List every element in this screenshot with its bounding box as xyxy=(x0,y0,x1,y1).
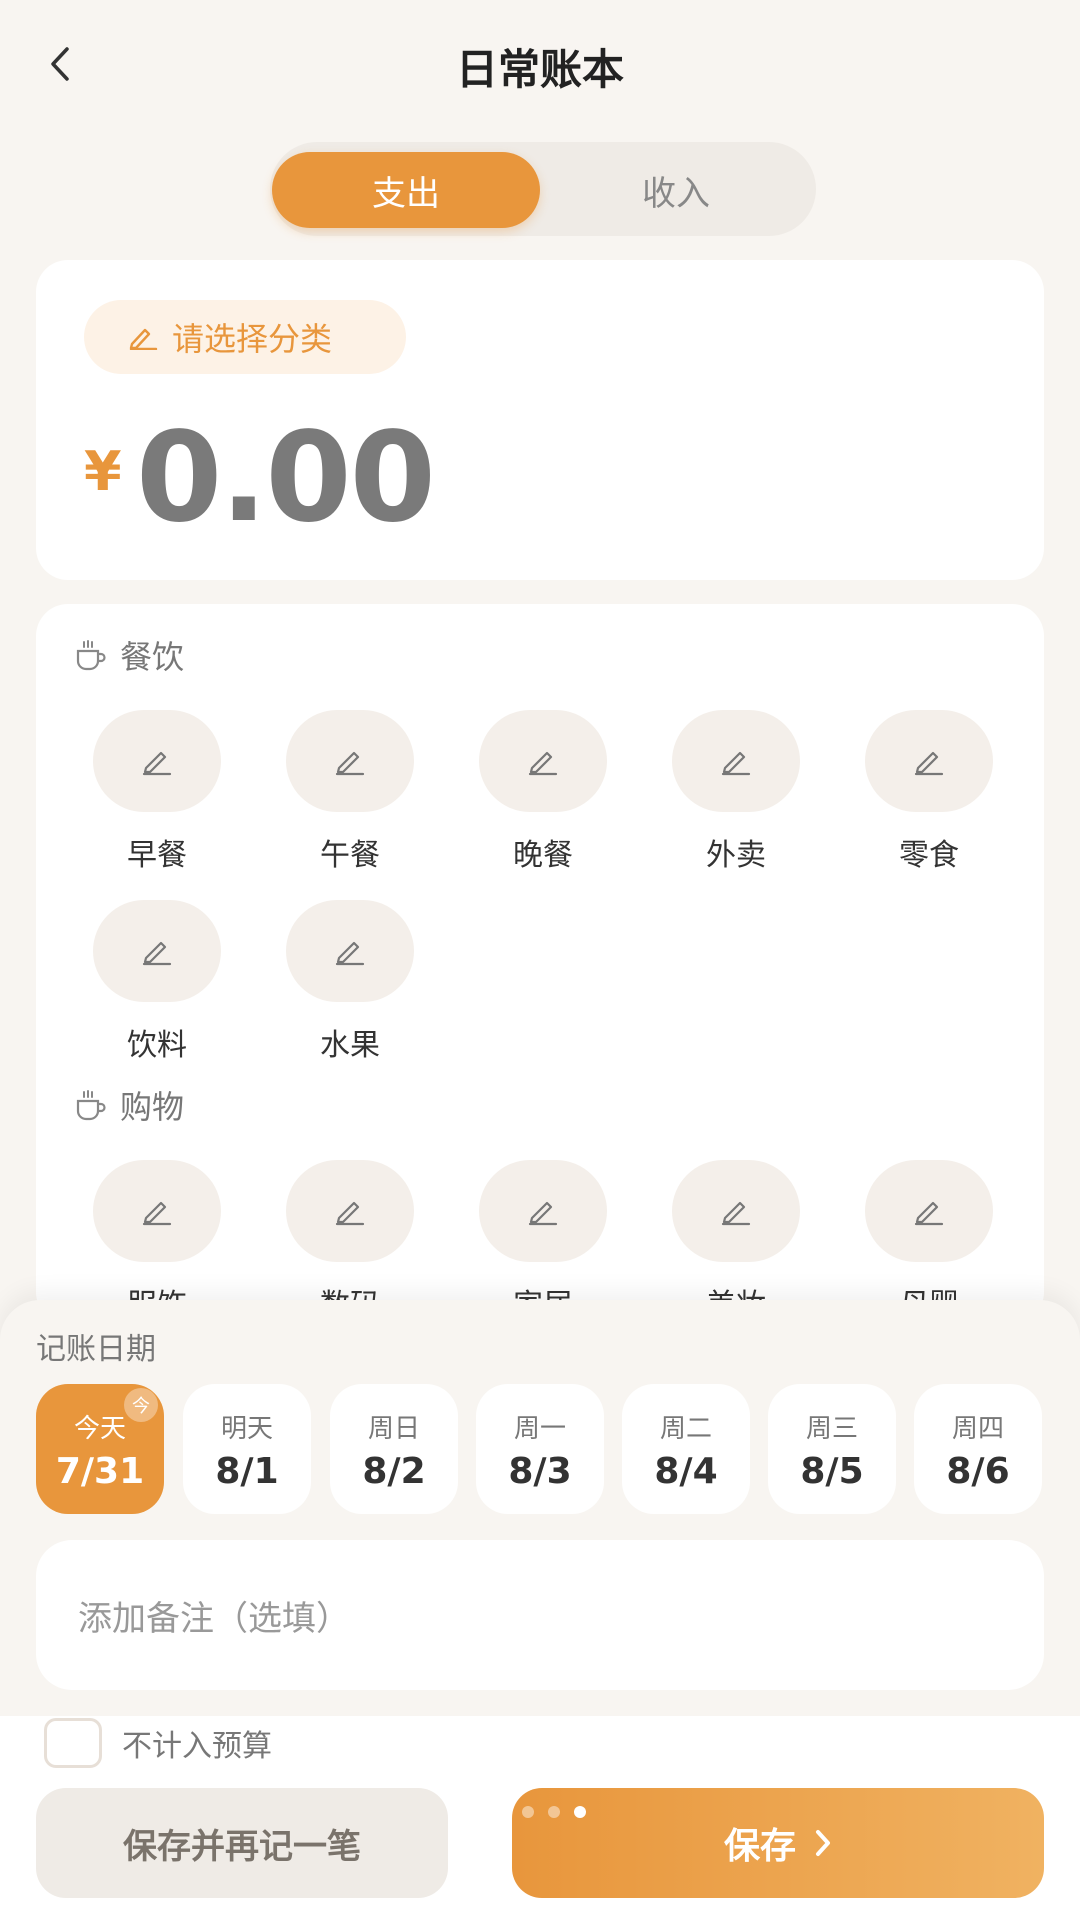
amount-card: 请选择分类 ¥ 0.00 xyxy=(36,260,1044,580)
date-chip-today[interactable]: 今 今天 7/31 xyxy=(36,1384,164,1514)
date-chip[interactable]: 周四 8/6 xyxy=(914,1384,1042,1514)
pencil-icon xyxy=(914,751,944,776)
pencil-icon xyxy=(721,1201,751,1226)
coffee-cup-icon xyxy=(76,640,106,671)
budget-exclude-row: 不计入预算 xyxy=(44,1718,272,1768)
pencil-icon xyxy=(721,751,751,776)
category-lunch[interactable]: 午餐 xyxy=(285,710,415,874)
category-dinner[interactable]: 晚餐 xyxy=(478,710,608,874)
save-button-label: 保存 xyxy=(723,1826,796,1867)
section-food: 餐饮 xyxy=(74,632,184,678)
page-dot xyxy=(522,1806,534,1818)
section-shopping: 购物 xyxy=(74,1082,184,1128)
category-takeout[interactable]: 外卖 xyxy=(671,710,801,874)
pencil-icon xyxy=(142,1201,172,1226)
save-button[interactable]: 保存 xyxy=(512,1788,1044,1898)
date-chip[interactable]: 周三 8/5 xyxy=(768,1384,896,1514)
budget-exclude-label: 不计入预算 xyxy=(122,1729,272,1764)
pencil-icon xyxy=(142,941,172,966)
pencil-icon xyxy=(335,1201,365,1226)
note-input[interactable]: 添加备注（选填） xyxy=(36,1540,1044,1690)
date-chip[interactable]: 周日 8/2 xyxy=(330,1384,458,1514)
page-dot-active xyxy=(574,1806,586,1818)
bottom-sheet: 记账日期 今 今天 7/31 明天 8/1 周日 8/2 周一 8/3 周二 8… xyxy=(0,1300,1080,1720)
section-title-shopping: 购物 xyxy=(120,1088,185,1126)
amount-display[interactable]: 0.00 xyxy=(136,406,436,550)
category-breakfast[interactable]: 早餐 xyxy=(92,710,222,874)
pencil-icon xyxy=(142,751,172,776)
category-select-button[interactable]: 请选择分类 xyxy=(84,300,406,374)
category-fruit[interactable]: 水果 xyxy=(285,900,415,1064)
save-and-add-another-button[interactable]: 保存并再记一笔 xyxy=(36,1788,448,1898)
pencil-icon xyxy=(914,1201,944,1226)
section-title-food: 餐饮 xyxy=(120,638,185,676)
budget-exclude-checkbox[interactable] xyxy=(44,1718,102,1768)
tab-expense[interactable]: 支出 xyxy=(272,152,540,228)
page-dot xyxy=(548,1806,560,1818)
category-drinks[interactable]: 饮料 xyxy=(92,900,222,1064)
chevron-right-icon xyxy=(816,1830,830,1856)
pencil-icon xyxy=(335,941,365,966)
tab-income[interactable]: 收入 xyxy=(542,152,810,228)
date-chip[interactable]: 明天 8/1 xyxy=(183,1384,311,1514)
date-chip[interactable]: 周二 8/4 xyxy=(622,1384,750,1514)
type-toggle: 支出 收入 xyxy=(270,142,816,236)
coffee-cup-icon xyxy=(76,1090,106,1121)
page-title: 日常账本 xyxy=(455,45,624,94)
pencil-icon xyxy=(528,1201,558,1226)
pencil-icon xyxy=(528,751,558,776)
date-chip[interactable]: 周一 8/3 xyxy=(476,1384,604,1514)
category-snacks[interactable]: 零食 xyxy=(864,710,994,874)
currency-symbol: ¥ xyxy=(84,440,122,503)
footer-bar: 不计入预算 保存并再记一笔 保存 xyxy=(0,1716,1080,1920)
category-card: 餐饮 早餐 午餐 晚餐 外卖 零食 饮料 水果 购物 服饰 数码 xyxy=(36,604,1044,1324)
category-placeholder: 请选择分类 xyxy=(172,320,333,358)
today-badge: 今 xyxy=(124,1388,158,1422)
pencil-icon xyxy=(335,751,365,776)
page-indicator xyxy=(522,1806,586,1818)
pencil-icon xyxy=(129,328,158,350)
date-section-label: 记账日期 xyxy=(36,1332,156,1367)
